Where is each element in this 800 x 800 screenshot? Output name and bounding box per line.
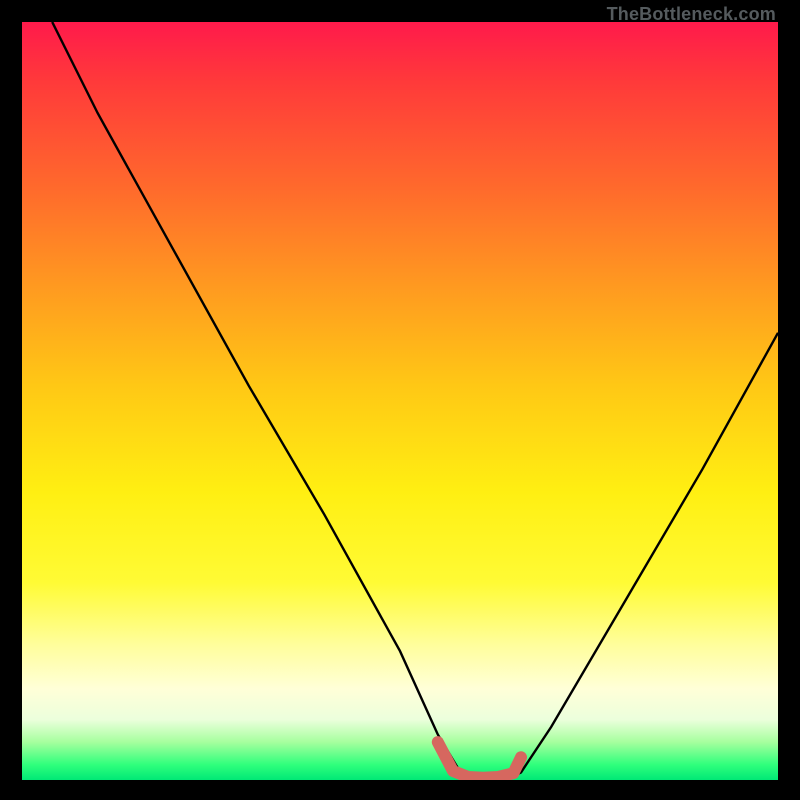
sweet-spot-highlight xyxy=(438,742,521,778)
bottleneck-curve-path xyxy=(52,22,778,780)
curve-layer xyxy=(22,22,778,780)
plot-area xyxy=(22,22,778,780)
chart-frame: TheBottleneck.com xyxy=(0,0,800,800)
